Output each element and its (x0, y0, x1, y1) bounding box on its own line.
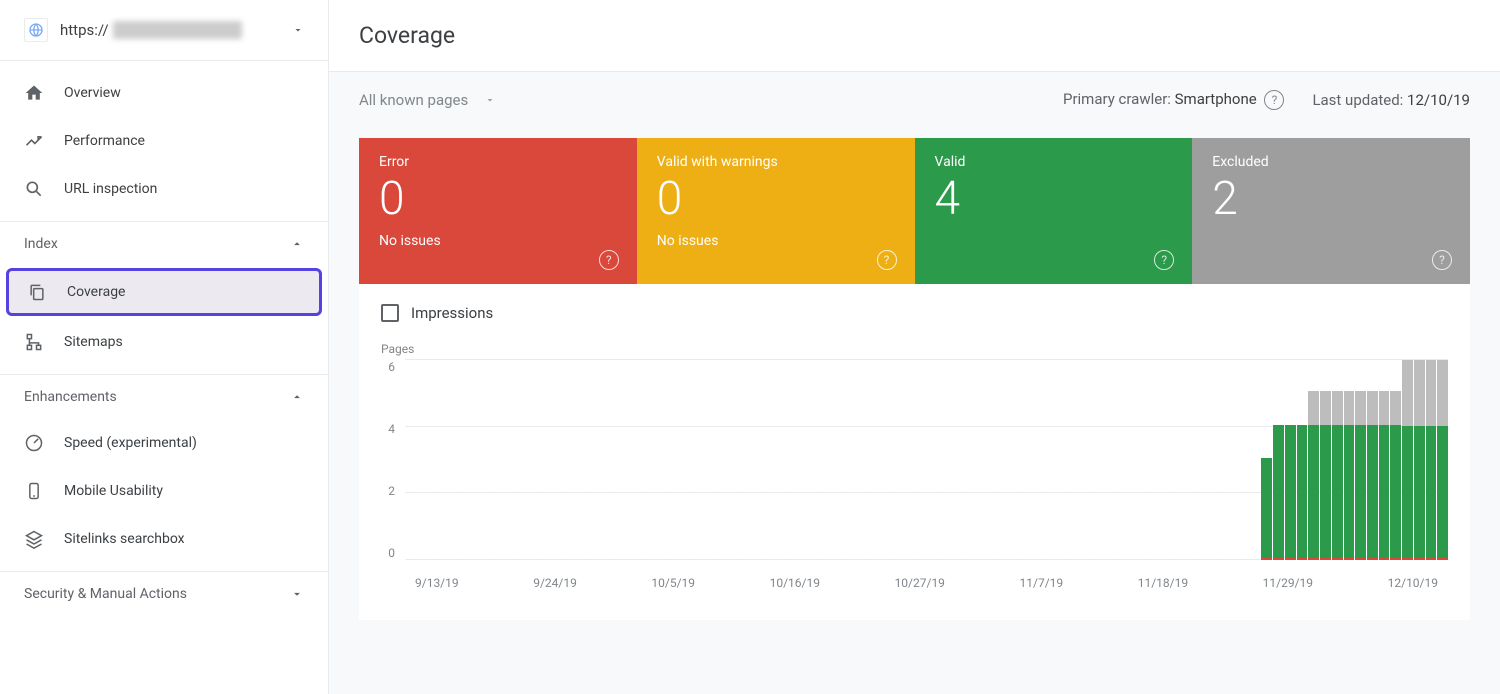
nav-label: Sitemaps (64, 334, 123, 350)
chart: 6420 9/13/199/24/1910/5/1910/16/1910/27/… (381, 360, 1448, 590)
copy-icon (27, 282, 47, 302)
gauge-icon (24, 433, 44, 453)
card-sublabel: No issues (379, 233, 617, 249)
help-icon[interactable]: ? (599, 250, 619, 270)
sidebar-item-mobile-usability[interactable]: Mobile Usability (0, 467, 328, 515)
bars (405, 360, 1448, 560)
help-icon[interactable]: ? (1154, 250, 1174, 270)
help-icon[interactable]: ? (1264, 90, 1284, 110)
content-area: Error 0 No issues ? Valid with warnings … (329, 138, 1500, 694)
nav-section-main: Overview Performance URL inspection (0, 61, 328, 213)
sidebar: https://xxxxxxxxxxxxxxxx… Overview Perfo… (0, 0, 329, 694)
sidebar-item-sitelinks[interactable]: Sitelinks searchbox (0, 515, 328, 563)
status-card-warning[interactable]: Valid with warnings 0 No issues ? (637, 138, 915, 284)
card-label: Excluded (1212, 154, 1450, 170)
sidebar-item-coverage[interactable]: Coverage (6, 268, 322, 316)
layers-icon (24, 529, 44, 549)
chevron-down-icon (484, 94, 496, 106)
status-card-excluded[interactable]: Excluded 2 ? (1192, 138, 1470, 284)
status-card-valid[interactable]: Valid 4 ? (915, 138, 1193, 284)
sidebar-item-overview[interactable]: Overview (0, 69, 328, 117)
sidebar-section-enhancements[interactable]: Enhancements (0, 374, 328, 419)
plot-area: 9/13/199/24/1910/5/1910/16/1910/27/1911/… (405, 360, 1448, 590)
status-card-error[interactable]: Error 0 No issues ? (359, 138, 637, 284)
page-title: Coverage (359, 22, 1470, 49)
search-icon (24, 179, 44, 199)
card-label: Valid (935, 154, 1173, 170)
sidebar-section-security[interactable]: Security & Manual Actions (0, 571, 328, 616)
chart-section: Impressions Pages 6420 9/13/199/24/1910/… (359, 284, 1470, 620)
card-label: Error (379, 154, 617, 170)
chevron-up-icon (290, 237, 304, 251)
last-updated: Last updated: 12/10/19 (1312, 91, 1470, 109)
card-value: 4 (935, 172, 1173, 227)
checkbox-icon[interactable] (381, 304, 399, 322)
y-axis: 6420 (381, 360, 405, 560)
help-icon[interactable]: ? (877, 250, 897, 270)
globe-icon (24, 18, 48, 42)
sidebar-item-sitemaps[interactable]: Sitemaps (0, 318, 328, 366)
nav-label: Mobile Usability (64, 483, 163, 499)
chevron-down-icon (290, 587, 304, 601)
chevron-down-icon (292, 24, 304, 36)
chevron-up-icon (290, 390, 304, 404)
page-header: Coverage (329, 0, 1500, 72)
filter-dropdown[interactable]: All known pages (359, 91, 496, 109)
sitemap-icon (24, 332, 44, 352)
card-value: 0 (657, 172, 895, 227)
toolbar-meta: Primary crawler: Smartphone ? Last updat… (1063, 90, 1470, 110)
toolbar: All known pages Primary crawler: Smartph… (329, 72, 1500, 138)
sidebar-item-performance[interactable]: Performance (0, 117, 328, 165)
nav-label: Coverage (67, 284, 125, 300)
card-label: Valid with warnings (657, 154, 895, 170)
help-icon[interactable]: ? (1432, 250, 1452, 270)
property-selector[interactable]: https://xxxxxxxxxxxxxxxx… (0, 0, 328, 61)
nav-label: Sitelinks searchbox (64, 531, 185, 547)
home-icon (24, 83, 44, 103)
nav-label: Performance (64, 133, 145, 149)
impressions-label: Impressions (411, 304, 493, 322)
primary-crawler: Primary crawler: Smartphone ? (1063, 90, 1284, 110)
sidebar-item-speed[interactable]: Speed (experimental) (0, 419, 328, 467)
sidebar-section-index[interactable]: Index (0, 221, 328, 266)
nav-label: URL inspection (64, 181, 157, 197)
x-axis: 9/13/199/24/1910/5/1910/16/1910/27/1911/… (405, 576, 1448, 590)
main-content: Coverage All known pages Primary crawler… (329, 0, 1500, 694)
sidebar-item-url-inspection[interactable]: URL inspection (0, 165, 328, 213)
property-url: https://xxxxxxxxxxxxxxxx… (60, 21, 280, 39)
nav-label: Speed (experimental) (64, 435, 197, 451)
card-value: 2 (1212, 172, 1450, 227)
card-sublabel: No issues (657, 233, 895, 249)
nav-label: Overview (64, 85, 121, 101)
impressions-toggle[interactable]: Impressions (381, 304, 1448, 322)
status-cards: Error 0 No issues ? Valid with warnings … (359, 138, 1470, 284)
trend-icon (24, 131, 44, 151)
chart-ylabel: Pages (381, 342, 1448, 356)
phone-icon (24, 481, 44, 501)
card-value: 0 (379, 172, 617, 227)
